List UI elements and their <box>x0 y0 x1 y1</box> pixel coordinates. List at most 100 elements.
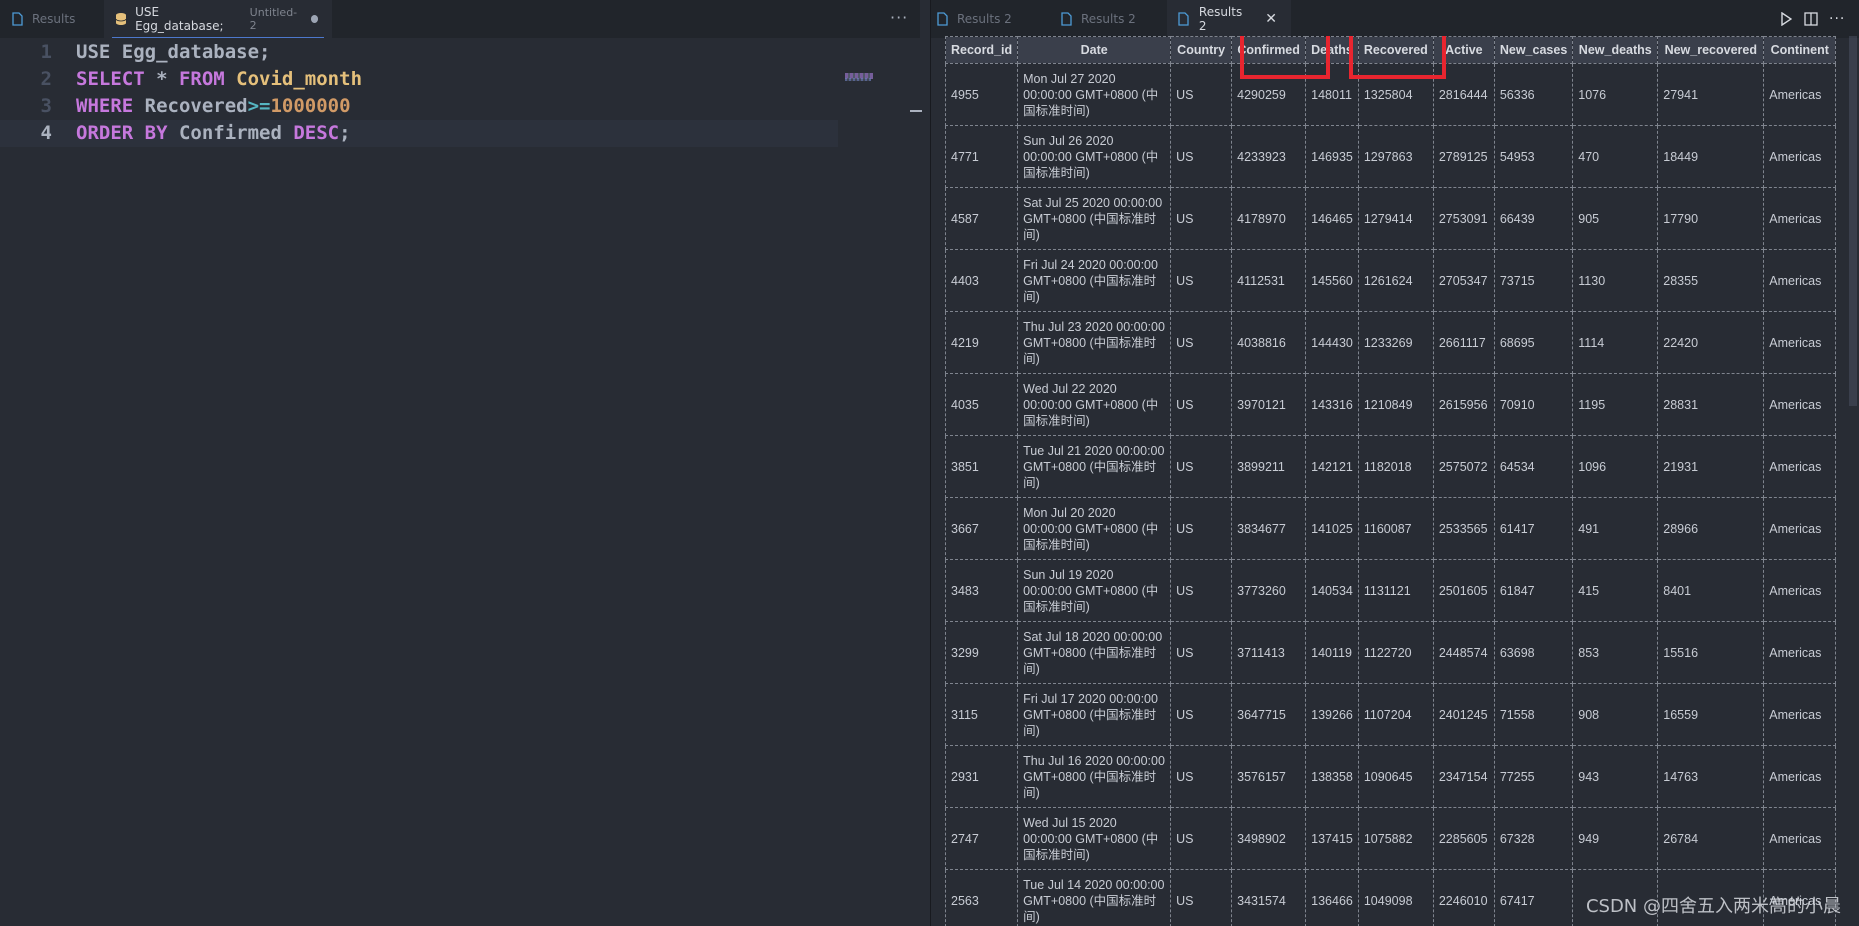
table-cell[interactable]: 1114 <box>1572 311 1659 374</box>
tab-results-2-b[interactable]: Results 2 <box>1049 0 1167 38</box>
table-cell[interactable]: 853 <box>1572 621 1659 684</box>
table-row[interactable]: 3667 Mon Jul 20 2020 00:00:00 GMT+0800 (中… <box>945 497 1837 560</box>
table-cell[interactable]: US <box>1170 249 1233 312</box>
table-cell[interactable]: 491 <box>1572 497 1659 560</box>
table-cell[interactable]: 61847 <box>1493 559 1574 622</box>
table-cell[interactable]: Americas <box>1763 621 1837 684</box>
table-cell[interactable]: 2533565 <box>1432 497 1495 560</box>
table-cell[interactable]: 144430 <box>1305 311 1359 374</box>
table-cell[interactable]: 3576157 <box>1231 745 1307 808</box>
table-cell[interactable]: Mon Jul 27 2020 00:00:00 GMT+0800 (中国标准时… <box>1017 63 1172 126</box>
column-header-record-id[interactable]: Record_id <box>945 36 1019 64</box>
tab-results[interactable]: Results <box>0 0 104 38</box>
table-cell[interactable]: 140534 <box>1305 559 1359 622</box>
table-row[interactable]: 4771 Sun Jul 26 2020 00:00:00 GMT+0800 (中… <box>945 125 1837 188</box>
table-cell[interactable]: US <box>1170 187 1233 250</box>
table-cell[interactable]: 3851 <box>945 435 1019 498</box>
more-actions-icon[interactable]: ··· <box>890 8 908 27</box>
table-cell[interactable]: 4038816 <box>1231 311 1307 374</box>
table-cell[interactable]: Sat Jul 25 2020 00:00:00 GMT+0800 (中国标准时… <box>1017 187 1172 250</box>
table-cell[interactable]: 2747 <box>945 807 1019 870</box>
table-cell[interactable]: 136466 <box>1305 869 1359 926</box>
column-header-active[interactable]: Active <box>1432 36 1495 64</box>
table-cell[interactable]: Wed Jul 22 2020 00:00:00 GMT+0800 (中国标准时… <box>1017 373 1172 436</box>
table-cell[interactable]: 4233923 <box>1231 125 1307 188</box>
table-cell[interactable]: US <box>1170 311 1233 374</box>
table-cell[interactable]: Americas <box>1763 807 1837 870</box>
table-cell[interactable]: Fri Jul 17 2020 00:00:00 GMT+0800 (中国标准时… <box>1017 683 1172 746</box>
code-line[interactable]: 4 ORDER BY Confirmed DESC; <box>0 120 838 147</box>
table-cell[interactable]: US <box>1170 683 1233 746</box>
table-cell[interactable]: Sun Jul 26 2020 00:00:00 GMT+0800 (中国标准时… <box>1017 125 1172 188</box>
table-cell[interactable]: 2789125 <box>1432 125 1495 188</box>
table-cell[interactable]: 2661117 <box>1432 311 1495 374</box>
table-cell[interactable]: 1210849 <box>1357 373 1434 436</box>
column-header-continent[interactable]: Continent <box>1763 36 1837 64</box>
table-row[interactable]: 4955 Mon Jul 27 2020 00:00:00 GMT+0800 (中… <box>945 63 1837 126</box>
table-cell[interactable]: 943 <box>1572 745 1659 808</box>
table-cell[interactable]: 139266 <box>1305 683 1359 746</box>
table-cell[interactable]: 415 <box>1572 559 1659 622</box>
table-cell[interactable]: US <box>1170 621 1233 684</box>
table-cell[interactable]: 1261624 <box>1357 249 1434 312</box>
table-cell[interactable]: US <box>1170 373 1233 436</box>
tab-untitled-2[interactable]: USE Egg_database; Untitled-2 <box>104 0 332 38</box>
table-cell[interactable]: 3970121 <box>1231 373 1307 436</box>
table-cell[interactable]: US <box>1170 807 1233 870</box>
table-cell[interactable]: 4290259 <box>1231 63 1307 126</box>
table-cell[interactable]: 4955 <box>945 63 1019 126</box>
table-cell[interactable]: Mon Jul 20 2020 00:00:00 GMT+0800 (中国标准时… <box>1017 497 1172 560</box>
run-icon[interactable] <box>1780 0 1792 38</box>
table-row[interactable]: 4403 Fri Jul 24 2020 00:00:00 GMT+0800 (中… <box>945 249 1837 312</box>
column-header-confirmed[interactable]: Confirmed <box>1231 36 1307 64</box>
close-icon[interactable]: ✕ <box>1265 11 1277 27</box>
table-cell[interactable]: 4403 <box>945 249 1019 312</box>
table-cell[interactable]: 3115 <box>945 683 1019 746</box>
table-cell[interactable]: 1075882 <box>1357 807 1434 870</box>
code-line[interactable]: 2 SELECT * FROM Covid_month <box>0 66 920 93</box>
table-cell[interactable]: Americas <box>1763 187 1837 250</box>
code-line[interactable]: 1 USE Egg_database; <box>0 39 920 66</box>
table-cell[interactable]: 8401 <box>1657 559 1765 622</box>
column-header-country[interactable]: Country <box>1170 36 1233 64</box>
table-cell[interactable]: 61417 <box>1493 497 1574 560</box>
table-cell[interactable]: 1325804 <box>1357 63 1434 126</box>
table-cell[interactable]: US <box>1170 745 1233 808</box>
table-cell[interactable]: 67417 <box>1493 869 1574 926</box>
table-cell[interactable]: 1279414 <box>1357 187 1434 250</box>
table-cell[interactable]: 1182018 <box>1357 435 1434 498</box>
code-text[interactable]: WHERE Recovered>=1000000 <box>52 93 351 120</box>
unsaved-dot-icon[interactable] <box>310 15 319 23</box>
table-cell[interactable]: Americas <box>1763 63 1837 126</box>
table-cell[interactable]: 16559 <box>1657 683 1765 746</box>
table-cell[interactable]: 4178970 <box>1231 187 1307 250</box>
table-cell[interactable]: 14763 <box>1657 745 1765 808</box>
tab-results-2-active[interactable]: Results 2 ✕ <box>1167 0 1291 38</box>
table-cell[interactable]: 1122720 <box>1357 621 1434 684</box>
table-cell[interactable]: 143316 <box>1305 373 1359 436</box>
table-cell[interactable]: Americas <box>1763 683 1837 746</box>
table-cell[interactable]: Tue Jul 14 2020 00:00:00 GMT+0800 (中国标准时… <box>1017 869 1172 926</box>
table-cell[interactable]: 70910 <box>1493 373 1574 436</box>
table-cell[interactable]: 3667 <box>945 497 1019 560</box>
column-header-deaths[interactable]: Deaths <box>1305 36 1359 64</box>
table-cell[interactable]: Americas <box>1763 249 1837 312</box>
table-row[interactable]: 4587 Sat Jul 25 2020 00:00:00 GMT+0800 (中… <box>945 187 1837 250</box>
table-row[interactable]: 4035 Wed Jul 22 2020 00:00:00 GMT+0800 (中… <box>945 373 1837 436</box>
table-cell[interactable]: 18449 <box>1657 125 1765 188</box>
tab-results-2-a[interactable]: Results 2 <box>931 0 1049 38</box>
table-cell[interactable]: 3483 <box>945 559 1019 622</box>
code-text[interactable]: USE Egg_database; <box>52 39 270 66</box>
table-cell[interactable]: 146465 <box>1305 187 1359 250</box>
table-cell[interactable]: 138358 <box>1305 745 1359 808</box>
table-cell[interactable]: 2753091 <box>1432 187 1495 250</box>
column-header-date[interactable]: Date <box>1017 36 1172 64</box>
table-cell[interactable]: US <box>1170 559 1233 622</box>
results-grid[interactable]: Record_id Date Country Confirmed Deaths Recov… <box>945 36 1845 926</box>
table-cell[interactable]: 2575072 <box>1432 435 1495 498</box>
table-cell[interactable]: 2448574 <box>1432 621 1495 684</box>
table-cell[interactable]: 146935 <box>1305 125 1359 188</box>
table-cell[interactable]: 28831 <box>1657 373 1765 436</box>
table-cell[interactable]: 148011 <box>1305 63 1359 126</box>
table-cell[interactable]: 22420 <box>1657 311 1765 374</box>
